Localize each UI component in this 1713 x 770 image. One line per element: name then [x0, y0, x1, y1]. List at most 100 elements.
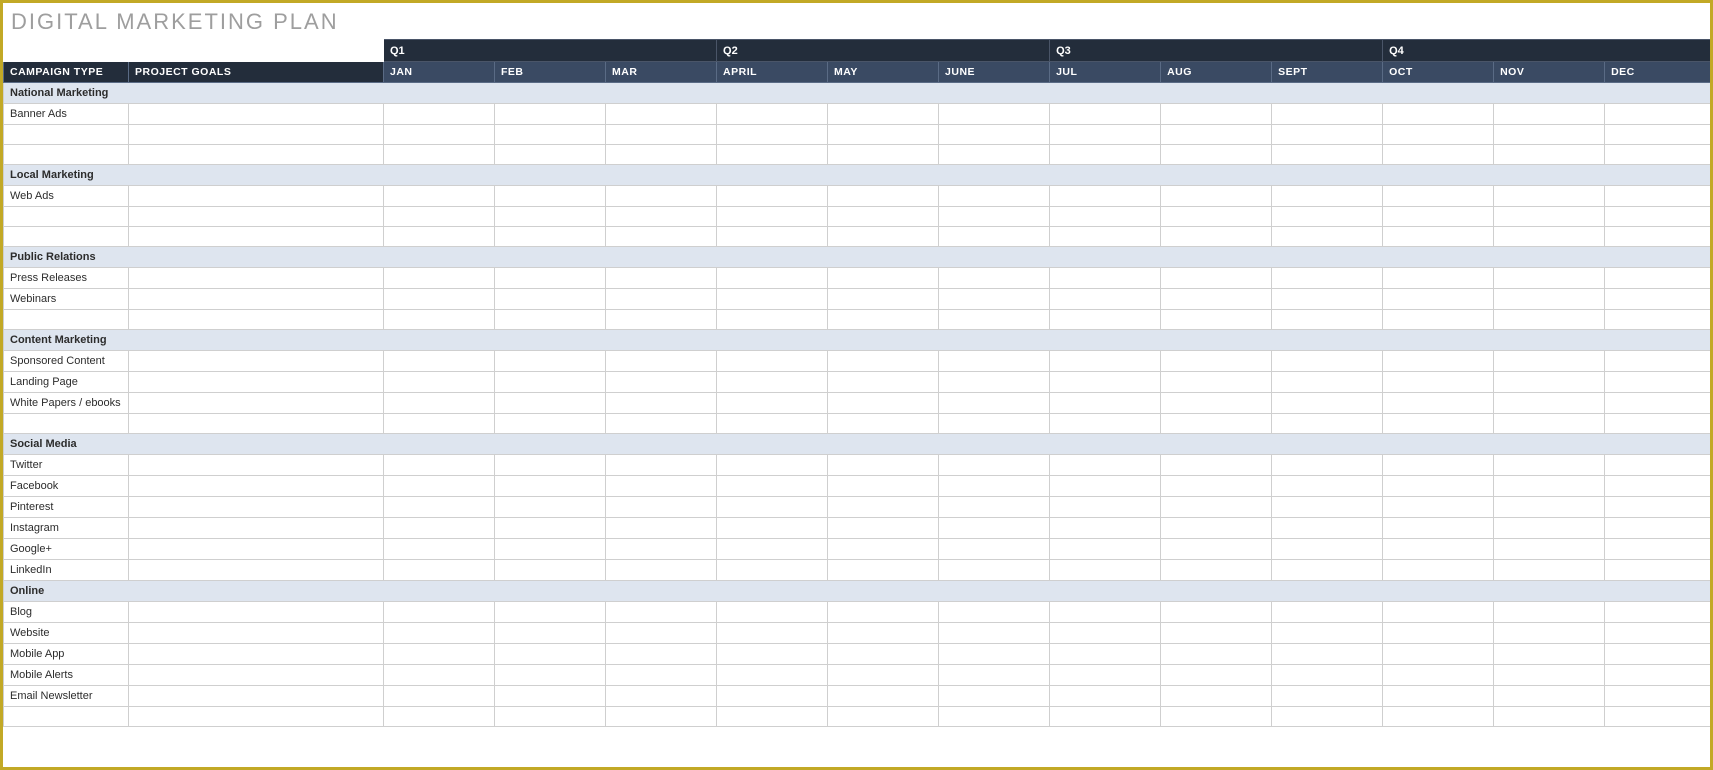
campaign-type-cell[interactable]: Instagram	[4, 518, 129, 539]
month-cell[interactable]	[384, 686, 495, 707]
month-cell[interactable]	[495, 476, 606, 497]
month-cell[interactable]	[717, 393, 828, 414]
month-cell[interactable]	[1494, 414, 1605, 434]
month-cell[interactable]	[384, 289, 495, 310]
month-cell[interactable]	[384, 414, 495, 434]
month-cell[interactable]	[1050, 125, 1161, 145]
month-cell[interactable]	[1050, 602, 1161, 623]
month-cell[interactable]	[606, 602, 717, 623]
month-cell[interactable]	[1383, 186, 1494, 207]
month-cell[interactable]	[1383, 497, 1494, 518]
month-cell[interactable]	[606, 207, 717, 227]
campaign-type-cell[interactable]: Mobile Alerts	[4, 665, 129, 686]
month-cell[interactable]	[1605, 686, 1713, 707]
month-cell[interactable]	[495, 145, 606, 165]
month-cell[interactable]	[828, 393, 939, 414]
month-cell[interactable]	[717, 207, 828, 227]
month-cell[interactable]	[1605, 393, 1713, 414]
campaign-type-cell[interactable]: Mobile App	[4, 644, 129, 665]
campaign-type-cell[interactable]: Press Releases	[4, 268, 129, 289]
month-cell[interactable]	[1383, 665, 1494, 686]
month-cell[interactable]	[495, 372, 606, 393]
month-cell[interactable]	[1272, 707, 1383, 727]
month-cell[interactable]	[1383, 686, 1494, 707]
month-cell[interactable]	[1494, 207, 1605, 227]
month-cell[interactable]	[717, 227, 828, 247]
month-cell[interactable]	[1050, 623, 1161, 644]
month-cell[interactable]	[495, 393, 606, 414]
month-cell[interactable]	[828, 289, 939, 310]
month-cell[interactable]	[1605, 186, 1713, 207]
month-cell[interactable]	[495, 539, 606, 560]
month-cell[interactable]	[1050, 393, 1161, 414]
campaign-type-cell[interactable]: Sponsored Content	[4, 351, 129, 372]
month-cell[interactable]	[939, 539, 1050, 560]
month-cell[interactable]	[1050, 455, 1161, 476]
project-goals-cell[interactable]	[129, 125, 384, 145]
project-goals-cell[interactable]	[129, 455, 384, 476]
month-cell[interactable]	[384, 104, 495, 125]
month-cell[interactable]	[939, 310, 1050, 330]
month-cell[interactable]	[495, 310, 606, 330]
month-cell[interactable]	[1161, 104, 1272, 125]
month-cell[interactable]	[1605, 476, 1713, 497]
project-goals-cell[interactable]	[129, 518, 384, 539]
month-cell[interactable]	[606, 455, 717, 476]
month-cell[interactable]	[495, 351, 606, 372]
campaign-type-cell[interactable]: Website	[4, 623, 129, 644]
month-cell[interactable]	[1161, 393, 1272, 414]
campaign-type-cell[interactable]	[4, 145, 129, 165]
month-cell[interactable]	[1272, 560, 1383, 581]
month-cell[interactable]	[1050, 268, 1161, 289]
month-cell[interactable]	[1494, 393, 1605, 414]
month-cell[interactable]	[939, 393, 1050, 414]
month-cell[interactable]	[1272, 644, 1383, 665]
project-goals-cell[interactable]	[129, 665, 384, 686]
month-cell[interactable]	[1383, 372, 1494, 393]
month-cell[interactable]	[1272, 518, 1383, 539]
month-cell[interactable]	[939, 104, 1050, 125]
month-cell[interactable]	[1383, 602, 1494, 623]
month-cell[interactable]	[939, 227, 1050, 247]
month-cell[interactable]	[384, 145, 495, 165]
campaign-type-cell[interactable]: Blog	[4, 602, 129, 623]
month-cell[interactable]	[1161, 539, 1272, 560]
month-cell[interactable]	[1161, 186, 1272, 207]
month-cell[interactable]	[1494, 455, 1605, 476]
month-cell[interactable]	[1383, 623, 1494, 644]
month-cell[interactable]	[1272, 289, 1383, 310]
month-cell[interactable]	[1161, 707, 1272, 727]
month-cell[interactable]	[1161, 145, 1272, 165]
month-cell[interactable]	[1161, 518, 1272, 539]
month-cell[interactable]	[1272, 227, 1383, 247]
month-cell[interactable]	[939, 623, 1050, 644]
month-cell[interactable]	[1050, 227, 1161, 247]
month-cell[interactable]	[717, 560, 828, 581]
month-cell[interactable]	[606, 707, 717, 727]
month-cell[interactable]	[1605, 560, 1713, 581]
month-cell[interactable]	[495, 414, 606, 434]
month-cell[interactable]	[1161, 623, 1272, 644]
project-goals-cell[interactable]	[129, 476, 384, 497]
month-cell[interactable]	[939, 644, 1050, 665]
campaign-type-cell[interactable]: Webinars	[4, 289, 129, 310]
project-goals-cell[interactable]	[129, 602, 384, 623]
month-cell[interactable]	[1383, 289, 1494, 310]
month-cell[interactable]	[939, 414, 1050, 434]
month-cell[interactable]	[1494, 476, 1605, 497]
campaign-type-cell[interactable]: LinkedIn	[4, 560, 129, 581]
month-cell[interactable]	[1161, 372, 1272, 393]
month-cell[interactable]	[384, 207, 495, 227]
month-cell[interactable]	[606, 665, 717, 686]
month-cell[interactable]	[495, 518, 606, 539]
month-cell[interactable]	[1161, 289, 1272, 310]
month-cell[interactable]	[495, 644, 606, 665]
month-cell[interactable]	[1050, 207, 1161, 227]
campaign-type-cell[interactable]: Pinterest	[4, 497, 129, 518]
month-cell[interactable]	[939, 560, 1050, 581]
month-cell[interactable]	[828, 310, 939, 330]
month-cell[interactable]	[1161, 455, 1272, 476]
month-cell[interactable]	[1494, 707, 1605, 727]
project-goals-cell[interactable]	[129, 145, 384, 165]
month-cell[interactable]	[939, 455, 1050, 476]
